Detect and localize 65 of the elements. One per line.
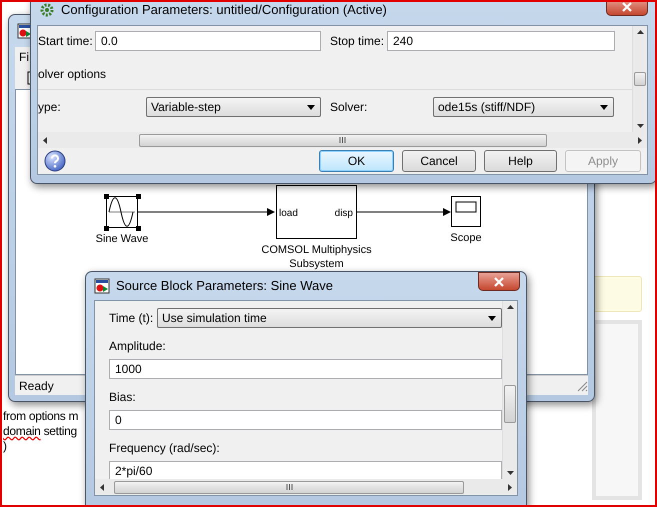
subsystem-block[interactable]: load disp xyxy=(276,185,357,239)
block-label: Scope xyxy=(450,231,482,245)
status-text: Ready xyxy=(19,378,54,394)
gear-icon xyxy=(39,2,55,18)
caret-icon xyxy=(306,104,316,110)
stop-time-field[interactable]: 240 xyxy=(387,31,615,51)
solver-dropdown[interactable]: ode15s (stiff/NDF) xyxy=(433,97,614,117)
horizontal-scrollbar[interactable] xyxy=(95,479,517,495)
close-icon xyxy=(494,276,504,286)
dialog-button[interactable]: Cancel xyxy=(402,150,476,172)
caret-icon xyxy=(487,314,497,322)
field-label: Time (t): xyxy=(109,310,154,327)
scroll-right-icon[interactable] xyxy=(507,483,513,491)
text-line: domain setting xyxy=(3,424,77,439)
grip-icon xyxy=(339,136,346,144)
time-dropdown[interactable]: Use simulation time xyxy=(157,308,502,328)
text-line: ) xyxy=(3,439,7,454)
scroll-down-icon[interactable] xyxy=(506,470,514,476)
field-label: ype: xyxy=(38,99,62,116)
close-icon xyxy=(622,2,632,12)
field-label: Frequency (rad/sec): xyxy=(109,440,221,457)
scroll-up-icon[interactable] xyxy=(506,304,514,310)
menu-item[interactable]: Fi xyxy=(19,48,29,66)
scroll-thumb[interactable] xyxy=(504,385,516,423)
app-icon xyxy=(94,278,110,294)
parameter-field[interactable]: 2*pi/60 xyxy=(109,461,502,479)
group-label: olver options xyxy=(38,66,108,83)
resize-grip-icon[interactable] xyxy=(575,379,588,392)
close-button[interactable] xyxy=(478,272,520,291)
scroll-left-icon[interactable] xyxy=(42,136,48,144)
scroll-down-icon[interactable] xyxy=(636,123,644,129)
field-label: Start time: xyxy=(38,33,94,50)
horizontal-scrollbar[interactable] xyxy=(38,132,647,148)
scroll-thumb[interactable] xyxy=(114,480,464,494)
parameter-field[interactable]: 0 xyxy=(109,410,502,430)
help-icon[interactable] xyxy=(44,150,66,172)
vertical-scrollbar[interactable] xyxy=(632,26,647,132)
window-title: Configuration Parameters: untitled/Configuration (Active) xyxy=(61,1,387,20)
block-label: COMSOL Multiphysics Subsystem xyxy=(261,243,372,271)
grip-icon xyxy=(286,483,292,491)
text-line: from options m xyxy=(3,409,78,424)
caret-icon xyxy=(599,104,609,110)
notice-panel xyxy=(592,276,642,312)
parameter-field[interactable]: 1000 xyxy=(109,359,502,379)
dialog-button[interactable]: Help xyxy=(484,150,557,172)
field-label: Stop time: xyxy=(330,33,386,50)
sine-wave-block[interactable] xyxy=(106,196,138,228)
sine-wave-icon xyxy=(107,197,137,227)
field-label: Amplitude: xyxy=(109,338,167,355)
field-label: Bias: xyxy=(109,389,137,406)
scroll-thumb[interactable] xyxy=(138,134,546,146)
start-time-field[interactable]: 0.0 xyxy=(95,31,321,51)
window-title: Source Block Parameters: Sine Wave xyxy=(116,277,333,296)
port-label: load xyxy=(279,207,298,221)
port-label: disp xyxy=(334,207,353,221)
vertical-scrollbar[interactable] xyxy=(502,301,517,479)
scope-block[interactable] xyxy=(451,196,481,227)
field-label: Solver: xyxy=(330,99,368,116)
type-dropdown[interactable]: Variable-step xyxy=(146,97,321,117)
scroll-thumb[interactable] xyxy=(634,72,646,86)
scroll-left-icon[interactable] xyxy=(99,483,105,491)
scroll-right-icon[interactable] xyxy=(637,136,643,144)
scroll-up-icon[interactable] xyxy=(636,29,644,35)
block-label: Sine Wave xyxy=(96,232,148,246)
dialog-button[interactable]: OK xyxy=(319,150,394,172)
